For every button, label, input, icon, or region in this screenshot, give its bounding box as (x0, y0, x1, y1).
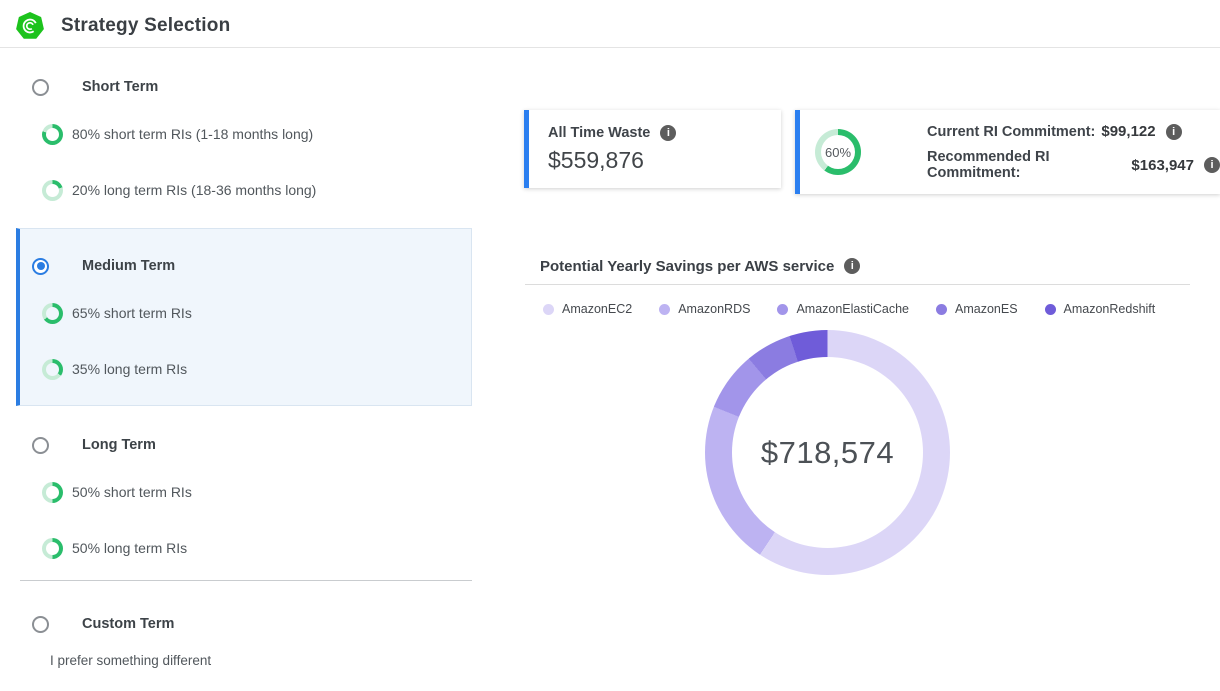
term-option-long[interactable]: Long Term (32, 433, 156, 457)
legend-item-amazonec2[interactable]: AmazonEC2 (543, 302, 632, 316)
term-item-label: 50% long term RIs (72, 540, 187, 556)
info-icon[interactable] (1166, 124, 1182, 140)
chart-header: Potential Yearly Savings per AWS service (540, 256, 860, 276)
info-icon[interactable] (660, 125, 676, 141)
radio-short-term[interactable] (32, 79, 49, 96)
legend-dot-icon (659, 304, 670, 315)
legend-item-amazonrds[interactable]: AmazonRDS (659, 302, 750, 316)
term-option-custom[interactable]: Custom Term (32, 612, 174, 636)
percent-ring-icon (42, 359, 63, 380)
term-option-short[interactable]: Short Term (32, 75, 158, 99)
page-header: Strategy Selection (0, 0, 1220, 48)
chart-divider (525, 284, 1190, 285)
savings-donut-chart[interactable]: $718,574 (705, 330, 950, 575)
custom-term-description: I prefer something different (50, 650, 211, 670)
legend-dot-icon (936, 304, 947, 315)
page-title: Strategy Selection (61, 15, 230, 37)
info-icon[interactable] (1204, 157, 1220, 173)
recommended-ri-label: Recommended RI Commitment: (927, 149, 1125, 181)
legend-dot-icon (543, 304, 554, 315)
ri-commitment-card: 60% Current RI Commitment: $99,122 Recom… (795, 110, 1220, 194)
all-time-waste-card: All Time Waste $559,876 (524, 110, 781, 188)
legend-dot-icon (1045, 304, 1056, 315)
percent-ring-icon (42, 482, 63, 503)
legend-item-amazonredshift[interactable]: AmazonRedshift (1045, 302, 1156, 316)
recommended-ri-commitment-row: Recommended RI Commitment: $163,947 (927, 149, 1220, 181)
commitment-gauge: 60% (815, 129, 861, 175)
info-icon[interactable] (844, 258, 860, 274)
term-item: 80% short term RIs (1-18 months long) (42, 122, 313, 146)
term-item-label: 20% long term RIs (18-36 months long) (72, 182, 316, 198)
percent-ring-icon (42, 124, 63, 145)
term-item: 65% short term RIs (42, 301, 192, 325)
radio-custom-term[interactable] (32, 616, 49, 633)
term-item-label: 80% short term RIs (1-18 months long) (72, 126, 313, 142)
legend-dot-icon (777, 304, 788, 315)
term-label: Long Term (82, 437, 156, 453)
term-item: 20% long term RIs (18-36 months long) (42, 178, 316, 202)
term-label: Custom Term (82, 616, 174, 632)
strategy-selection-page: Strategy Selection Short Term 80% short … (0, 0, 1220, 691)
donut-center-value: $718,574 (761, 435, 894, 471)
percent-ring-icon (42, 303, 63, 324)
legend-item-amazonelasticache[interactable]: AmazonElastiCache (777, 302, 909, 316)
legend-item-amazones[interactable]: AmazonES (936, 302, 1018, 316)
chart-title: Potential Yearly Savings per AWS service (540, 258, 834, 275)
percent-ring-icon (42, 180, 63, 201)
current-ri-label: Current RI Commitment: (927, 124, 1095, 140)
term-label: Short Term (82, 79, 158, 95)
radio-long-term[interactable] (32, 437, 49, 454)
waste-card-value: $559,876 (548, 147, 781, 174)
app-logo-icon (16, 12, 44, 40)
term-item: 35% long term RIs (42, 357, 187, 381)
current-ri-commitment-row: Current RI Commitment: $99,122 (927, 123, 1220, 140)
radio-medium-term[interactable] (32, 258, 49, 275)
term-option-medium[interactable]: Medium Term (32, 254, 175, 278)
term-item-label: 65% short term RIs (72, 305, 192, 321)
term-item-label: 35% long term RIs (72, 361, 187, 377)
term-item: 50% short term RIs (42, 480, 192, 504)
chart-legend: AmazonEC2 AmazonRDS AmazonElastiCache Am… (543, 300, 1190, 318)
recommended-ri-value: $163,947 (1131, 157, 1194, 174)
term-item: 50% long term RIs (42, 536, 187, 560)
percent-ring-icon (42, 538, 63, 559)
waste-card-title: All Time Waste (548, 125, 650, 141)
current-ri-value: $99,122 (1101, 123, 1155, 140)
term-item-label: 50% short term RIs (72, 484, 192, 500)
section-divider (20, 580, 472, 581)
term-label: Medium Term (82, 258, 175, 274)
donut-hole: $718,574 (732, 357, 923, 548)
gauge-percent-label: 60% (825, 145, 851, 160)
